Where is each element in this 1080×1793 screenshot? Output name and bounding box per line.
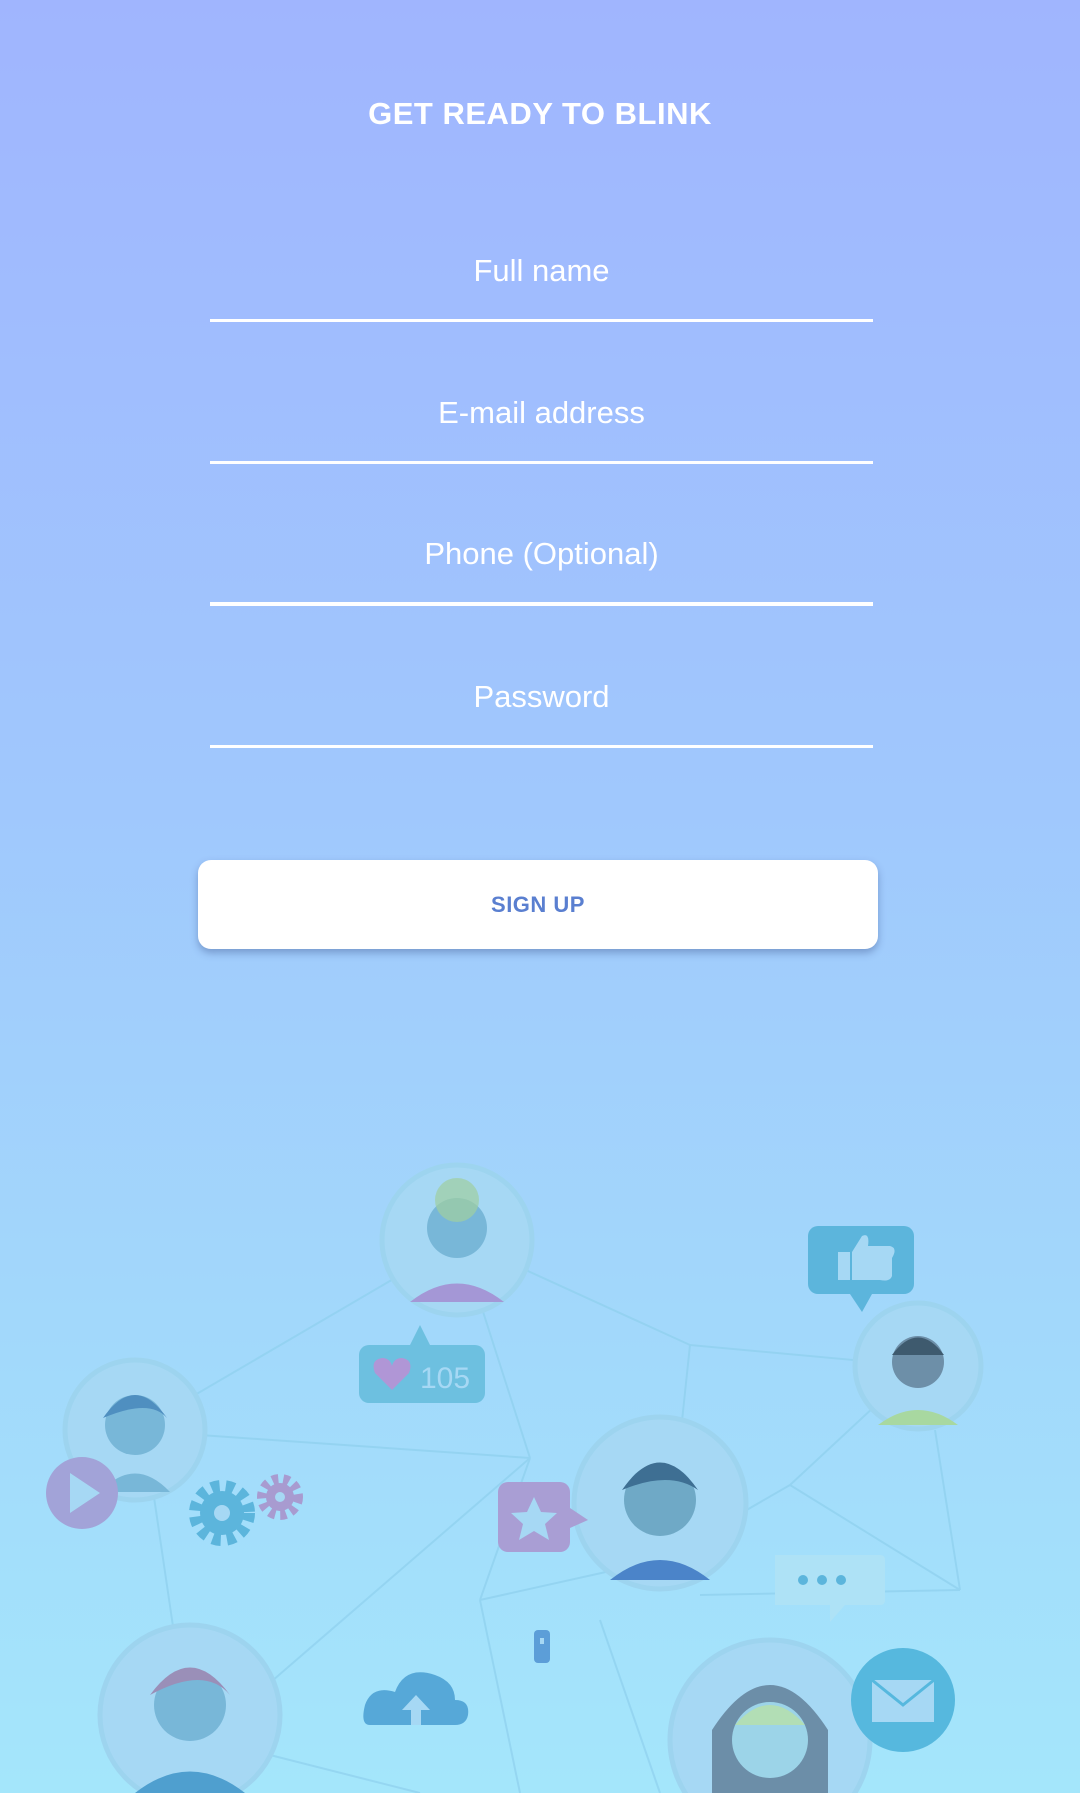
email-input[interactable] — [210, 354, 873, 464]
email-field[interactable] — [210, 354, 873, 464]
thumbs-up-bubble-icon — [808, 1226, 914, 1312]
signup-button[interactable]: SIGN UP — [198, 860, 878, 949]
phone-field[interactable] — [210, 496, 873, 606]
avatar-right — [852, 1300, 984, 1432]
full-name-input[interactable] — [210, 212, 873, 322]
like-count-bubble-icon: 105 — [359, 1325, 485, 1403]
social-network-illustration: 105 — [46, 1162, 984, 1793]
phone-input[interactable] — [210, 496, 873, 606]
mail-icon — [851, 1648, 955, 1752]
upload-cloud-icon — [363, 1672, 469, 1725]
avatar-bottom-right — [667, 1637, 873, 1793]
avatar-center — [571, 1414, 749, 1592]
password-input[interactable] — [210, 638, 873, 748]
avatar-top — [379, 1162, 535, 1318]
chat-dots-icon — [775, 1555, 885, 1622]
gear-icon — [189, 1474, 303, 1546]
full-name-field[interactable] — [210, 212, 873, 322]
avatar-bottom-left — [97, 1622, 283, 1793]
play-icon — [46, 1457, 118, 1529]
page-title: GET READY TO BLINK — [368, 96, 712, 131]
phone-icon — [534, 1630, 550, 1663]
like-count-text: 105 — [420, 1362, 470, 1395]
password-field[interactable] — [210, 638, 873, 748]
